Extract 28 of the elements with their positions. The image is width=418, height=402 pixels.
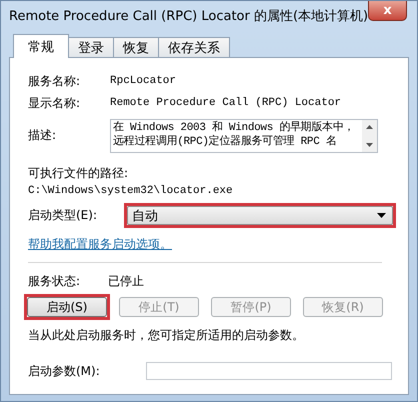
tab[interactable]: 依存关系	[158, 37, 230, 57]
path-label: 可执行文件的路径:	[28, 165, 130, 182]
service-button[interactable]: 启动(S)	[27, 297, 107, 317]
tab[interactable]: 常规	[13, 34, 69, 58]
tab[interactable]: 登录	[68, 37, 114, 57]
status-value: 已停止	[108, 272, 144, 290]
field-label: 描述:	[28, 127, 58, 144]
scroll-up-icon[interactable]	[365, 124, 374, 130]
description-text: 远程过程调用(RPC)定位器服务可管理 RPC 名	[113, 135, 338, 149]
status-label: 服务状态:	[28, 272, 82, 290]
path-value: C:\Windows\system32\locator.exe	[28, 185, 234, 197]
description-box[interactable]: 在 Windows 2003 和 Windows 的早期版本中， 远程过程调用(RPC)定位器服务可管理 RPC 名	[110, 119, 378, 153]
field-value: Remote Procedure Call (RPC) Locator	[110, 97, 342, 109]
field-value: RpcLocator	[110, 75, 176, 87]
tab[interactable]: 恢复	[113, 37, 159, 57]
startup-type-label: 启动类型(E):	[28, 207, 98, 224]
params-field[interactable]	[146, 362, 392, 380]
window-title: Remote Procedure Call (RPC) Locator 的属性(本地计算机)	[9, 8, 368, 25]
description-text: 在 Windows 2003 和 Windows 的早期版本中，	[113, 121, 356, 134]
help-link[interactable]: 帮助我配置服务启动选项。	[28, 236, 172, 253]
params-label: 启动参数(M):	[28, 362, 101, 380]
field-label: 服务名称:	[28, 72, 82, 90]
dropdown-arrow-icon	[377, 213, 386, 218]
scrollbar[interactable]	[362, 120, 377, 152]
scroll-down-icon[interactable]	[365, 142, 374, 148]
field-label: 显示名称:	[28, 94, 82, 112]
startup-type-dropdown[interactable]: 自动	[127, 206, 393, 225]
hint-text: 当从此处启动服务时，您可指定所适用的启动参数。	[28, 327, 305, 344]
